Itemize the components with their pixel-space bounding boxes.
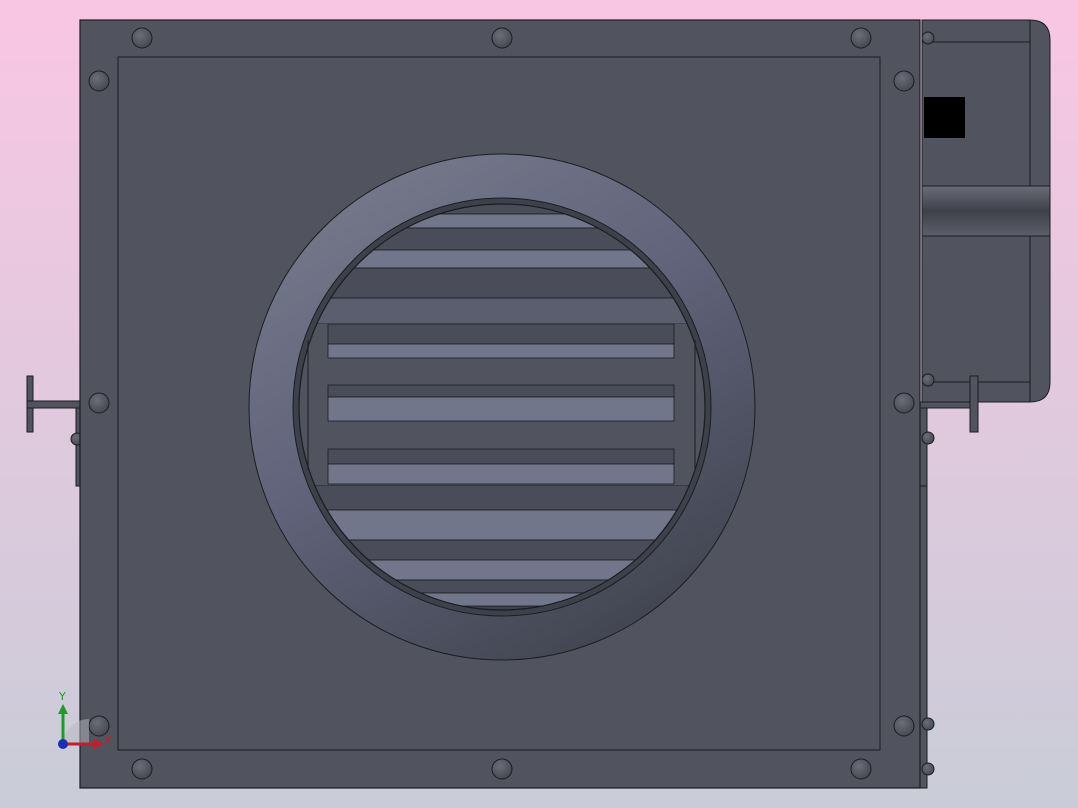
axis-x-label: X [104,734,112,747]
side-pipe [921,185,1051,237]
damper-blade [327,323,675,345]
damper-blade-face [327,463,675,485]
bolt-head-icon [88,70,110,92]
bolt-head-icon [88,392,110,414]
bolt-head-icon [893,70,915,92]
bolt-head-icon [491,758,513,780]
bolt-head-icon [893,392,915,414]
louver-slat [299,267,705,299]
bolt-head-icon [88,715,110,737]
cad-model-view[interactable]: Y X [0,0,1078,808]
louver-slat [299,509,705,541]
louver-slat [299,484,705,511]
black-port [924,97,965,138]
louver-slat [299,297,705,325]
damper-blade-face [327,396,675,422]
damper-blade [327,384,675,398]
cad-graphics-viewport[interactable]: Y X [0,0,1078,808]
damper-blade-face [327,343,675,359]
bolt-head-icon [491,27,513,49]
damper-blade [327,448,675,465]
bolt-head-icon [131,27,153,49]
bolt-head-icon [893,715,915,737]
bolt-head-icon [131,758,153,780]
bolt-head-icon [850,27,872,49]
axis-y-label: Y [58,690,66,703]
bolt-head-icon [850,758,872,780]
